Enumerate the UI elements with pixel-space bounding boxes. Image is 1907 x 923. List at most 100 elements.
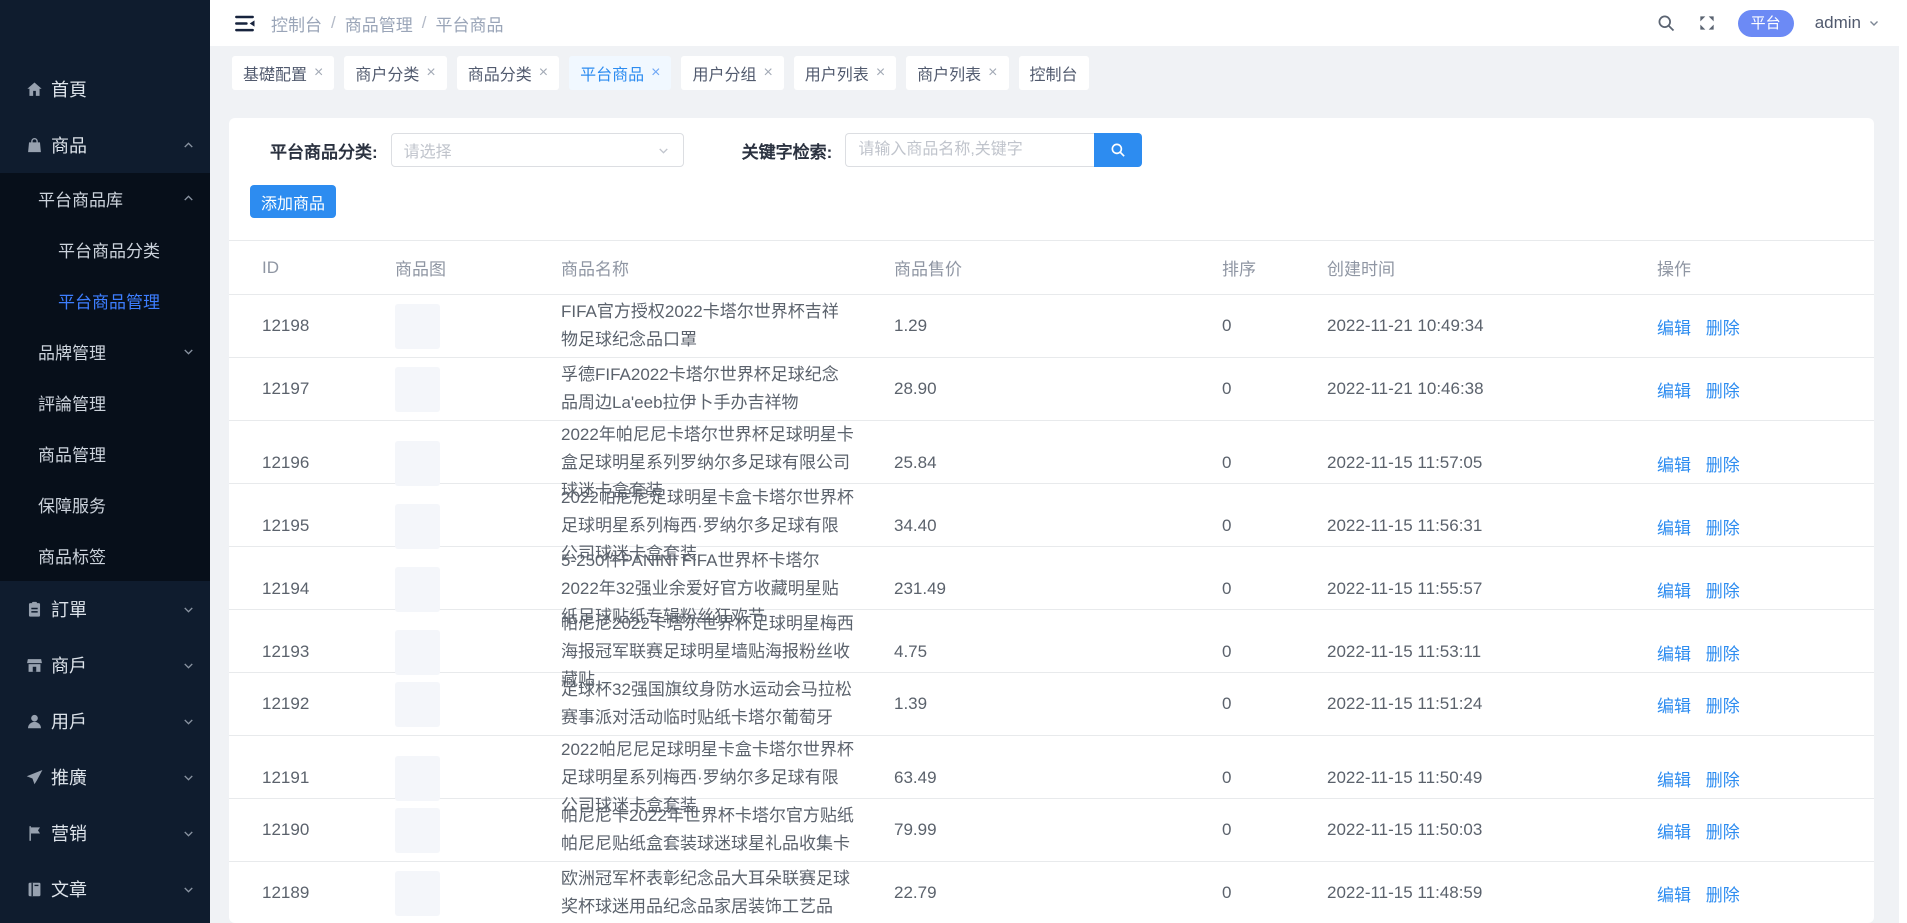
delete-link[interactable]: 删除	[1706, 645, 1740, 664]
edit-link[interactable]: 编辑	[1657, 823, 1691, 842]
col-header-price: 商品售价	[894, 255, 1222, 280]
edit-link[interactable]: 编辑	[1657, 319, 1691, 338]
category-filter-label: 平台商品分类:	[270, 138, 378, 163]
edit-link[interactable]: 编辑	[1657, 886, 1691, 905]
close-icon[interactable]: ×	[314, 65, 323, 81]
username: admin	[1815, 13, 1861, 33]
tab-basic-config[interactable]: 基礎配置 ×	[232, 56, 334, 90]
close-icon[interactable]: ×	[651, 65, 660, 81]
product-sort: 0	[1222, 579, 1327, 599]
breadcrumb-separator: /	[422, 13, 427, 33]
product-price: 22.79	[894, 883, 1222, 903]
tab-console[interactable]: 控制台	[1019, 56, 1089, 90]
breadcrumb-item-platform-goods: 平台商品	[435, 11, 503, 36]
delete-link[interactable]: 删除	[1706, 886, 1740, 905]
table-row: 12196 2022年帕尼尼卡塔尔世界杯足球明星卡盒足球明星系列罗纳尔多足球有限…	[229, 421, 1874, 484]
edit-link[interactable]: 编辑	[1657, 382, 1691, 401]
table-row: 12197 孚德FIFA2022卡塔尔世界杯足球纪念品周边La'eeb拉伊卜手办…	[229, 358, 1874, 421]
breadcrumb-item-console[interactable]: 控制台	[271, 11, 322, 36]
tab-user-list[interactable]: 用户列表 ×	[794, 56, 896, 90]
delete-link[interactable]: 删除	[1706, 582, 1740, 601]
close-icon[interactable]: ×	[763, 65, 772, 81]
product-name: 帕尼尼卡2022年世界杯卡塔尔官方贴纸帕尼尼贴纸盒套装球迷球星礼品收集卡	[561, 802, 894, 858]
tab-platform-product[interactable]: 平台商品 ×	[569, 56, 671, 90]
close-icon[interactable]: ×	[988, 65, 997, 81]
delete-link[interactable]: 删除	[1706, 382, 1740, 401]
sidebar-item-platform-goods-library[interactable]: 平台商品库	[0, 173, 210, 224]
close-icon[interactable]: ×	[426, 65, 435, 81]
delete-link[interactable]: 删除	[1706, 697, 1740, 716]
edit-link[interactable]: 编辑	[1657, 645, 1691, 664]
product-id: 12198	[262, 316, 395, 336]
edit-link[interactable]: 编辑	[1657, 771, 1691, 790]
close-icon[interactable]: ×	[876, 65, 885, 81]
close-icon[interactable]: ×	[539, 65, 548, 81]
product-name: 欧洲冠军杯表彰纪念品大耳朵联赛足球奖杯球迷用品纪念品家居装饰工艺品	[561, 865, 894, 921]
product-image-placeholder	[395, 630, 440, 675]
filter-row: 平台商品分类: 请选择 关键字检索:	[270, 133, 1874, 167]
clipboard-icon	[25, 599, 45, 619]
flag-icon	[25, 823, 45, 843]
chevron-down-icon	[181, 602, 196, 617]
chevron-down-icon	[1867, 16, 1881, 30]
chevron-down-icon	[181, 882, 196, 897]
search-icon[interactable]	[1656, 13, 1676, 33]
sidebar-item-goods-management[interactable]: 商品管理	[0, 428, 210, 479]
sidebar-item-marketing[interactable]: 营销	[0, 805, 210, 861]
sidebar-item-goods-tags[interactable]: 商品标签	[0, 530, 210, 581]
product-sort: 0	[1222, 642, 1327, 662]
product-id: 12195	[262, 516, 395, 536]
sidebar-item-platform-goods-management[interactable]: 平台商品管理	[0, 275, 210, 326]
delete-link[interactable]: 删除	[1706, 456, 1740, 475]
tab-user-group[interactable]: 用户分组 ×	[681, 56, 783, 90]
table-row: 12193 帕尼尼2022卡塔尔世界杯足球明星梅西海报冠军联赛足球明星墙贴海报粉…	[229, 610, 1874, 673]
col-header-image: 商品图	[395, 255, 561, 280]
delete-link[interactable]: 删除	[1706, 519, 1740, 538]
product-created-time: 2022-11-15 11:57:05	[1327, 453, 1657, 473]
sidebar-item-home[interactable]: 首頁	[0, 61, 210, 117]
sidebar-item-goods[interactable]: 商品	[0, 117, 210, 173]
menu-fold-icon[interactable]	[232, 11, 257, 36]
sidebar-item-orders[interactable]: 訂單	[0, 581, 210, 637]
category-select[interactable]: 请选择	[391, 133, 684, 167]
add-product-button[interactable]: 添加商品	[250, 185, 336, 218]
table-row: 12191 2022帕尼尼足球明星卡盒卡塔尔世界杯足球明星系列梅西·罗纳尔多足球…	[229, 736, 1874, 799]
product-price: 1.39	[894, 694, 1222, 714]
sidebar-item-merchants[interactable]: 商戶	[0, 637, 210, 693]
sidebar-item-articles[interactable]: 文章	[0, 861, 210, 917]
edit-link[interactable]: 编辑	[1657, 519, 1691, 538]
table-body: 12198 FIFA官方授权2022卡塔尔世界杯吉祥物足球纪念品口罩 1.29 …	[229, 295, 1874, 923]
tab-merchant-list[interactable]: 商户列表 ×	[906, 56, 1008, 90]
product-image-placeholder	[395, 756, 440, 801]
sidebar-item-review-management[interactable]: 評論管理	[0, 377, 210, 428]
sidebar-item-users[interactable]: 用戶	[0, 693, 210, 749]
table-row: 12190 帕尼尼卡2022年世界杯卡塔尔官方贴纸帕尼尼贴纸盒套装球迷球星礼品收…	[229, 799, 1874, 862]
topbar-right: 平台 admin	[1656, 10, 1881, 37]
sidebar-item-brand-management[interactable]: 品牌管理	[0, 326, 210, 377]
search-button[interactable]	[1094, 133, 1142, 167]
col-header-actions: 操作	[1657, 255, 1874, 280]
sidebar-item-promotion[interactable]: 推廣	[0, 749, 210, 805]
breadcrumb-item-goods-management[interactable]: 商品管理	[345, 11, 413, 36]
delete-link[interactable]: 删除	[1706, 319, 1740, 338]
product-price: 79.99	[894, 820, 1222, 840]
chevron-down-icon	[181, 344, 196, 359]
delete-link[interactable]: 删除	[1706, 823, 1740, 842]
sidebar-item-platform-goods-category[interactable]: 平台商品分类	[0, 224, 210, 275]
edit-link[interactable]: 编辑	[1657, 582, 1691, 601]
table-row: 12189 欧洲冠军杯表彰纪念品大耳朵联赛足球奖杯球迷用品纪念品家居装饰工艺品 …	[229, 862, 1874, 923]
breadcrumb: 控制台 / 商品管理 / 平台商品	[271, 11, 503, 36]
product-price: 28.90	[894, 379, 1222, 399]
tab-product-category[interactable]: 商品分类 ×	[457, 56, 559, 90]
tab-merchant-category[interactable]: 商户分类 ×	[344, 56, 446, 90]
fullscreen-icon[interactable]	[1697, 13, 1717, 33]
product-id: 12196	[262, 453, 395, 473]
keyword-input[interactable]	[845, 133, 1094, 167]
sidebar-item-guarantee-service[interactable]: 保障服务	[0, 479, 210, 530]
window-scrollbar[interactable]	[1899, 0, 1907, 923]
chevron-down-icon	[181, 714, 196, 729]
user-menu[interactable]: admin	[1815, 13, 1881, 33]
delete-link[interactable]: 删除	[1706, 771, 1740, 790]
edit-link[interactable]: 编辑	[1657, 456, 1691, 475]
edit-link[interactable]: 编辑	[1657, 697, 1691, 716]
